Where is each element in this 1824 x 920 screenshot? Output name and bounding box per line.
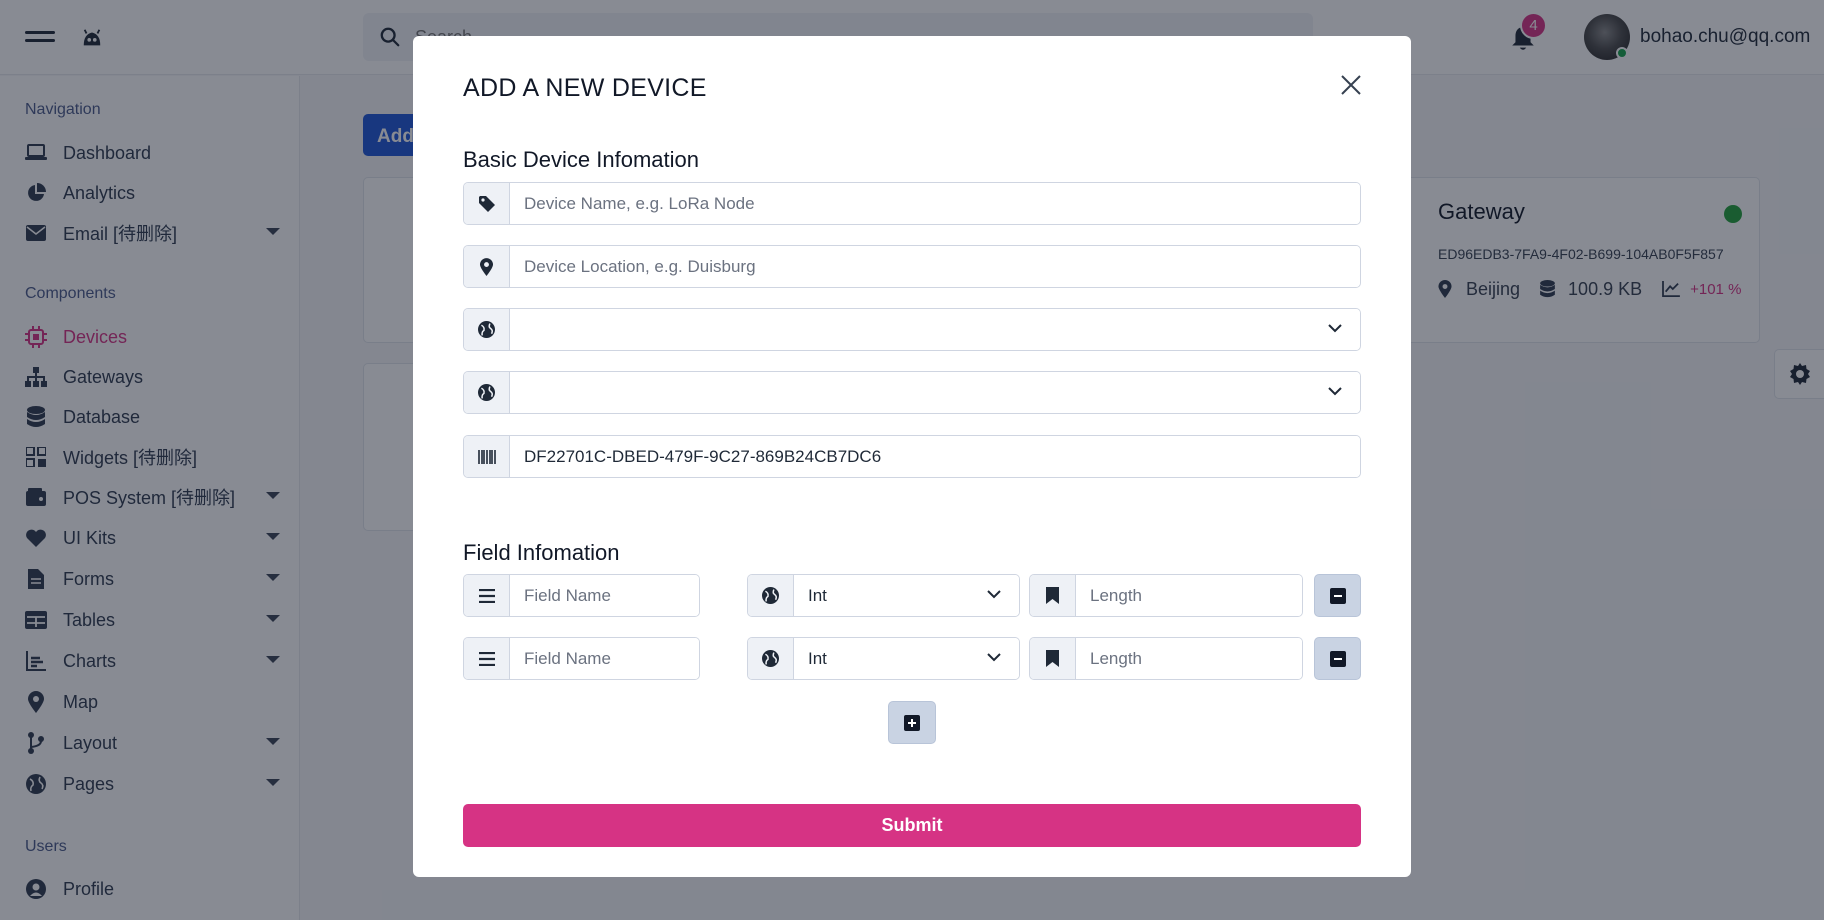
minus-square-icon xyxy=(1329,650,1346,667)
field-row: Int xyxy=(463,637,1361,680)
select-1-dropdown[interactable] xyxy=(510,309,1360,350)
select-2-dropdown[interactable] xyxy=(510,372,1360,413)
globe-icon xyxy=(748,638,794,679)
select-group-2 xyxy=(463,371,1361,414)
remove-field-button[interactable] xyxy=(1314,574,1361,617)
field-type-group: Int xyxy=(747,574,1020,617)
field-name-input[interactable] xyxy=(510,575,699,616)
field-name-group xyxy=(463,637,700,680)
field-type-value: Int xyxy=(808,649,827,668)
chevron-down-icon xyxy=(987,653,1001,662)
field-length-group xyxy=(1029,637,1303,680)
remove-field-button[interactable] xyxy=(1314,637,1361,680)
close-button[interactable] xyxy=(1338,72,1364,98)
device-location-group xyxy=(463,245,1361,288)
list-icon xyxy=(464,575,510,616)
chevron-down-icon xyxy=(1328,324,1342,333)
plus-square-icon xyxy=(904,714,920,731)
list-icon xyxy=(464,638,510,679)
device-location-input[interactable] xyxy=(510,246,1360,287)
field-name-group xyxy=(463,574,700,617)
field-row: Int xyxy=(463,574,1361,617)
chevron-down-icon xyxy=(1328,387,1342,396)
field-type-group: Int xyxy=(747,637,1020,680)
field-type-select[interactable]: Int xyxy=(794,638,1019,679)
barcode-icon xyxy=(464,436,510,477)
field-type-select[interactable]: Int xyxy=(794,575,1019,616)
device-name-group xyxy=(463,182,1361,225)
globe-icon xyxy=(464,309,510,350)
basic-info-section-title: Basic Device Infomation xyxy=(463,147,699,172)
field-info-section-title: Field Infomation xyxy=(463,540,620,565)
modal-title: ADD A NEW DEVICE xyxy=(463,74,707,102)
field-name-input[interactable] xyxy=(510,638,699,679)
globe-icon xyxy=(748,575,794,616)
device-id-input[interactable] xyxy=(510,436,1360,477)
bookmark-icon xyxy=(1030,638,1076,679)
close-icon xyxy=(1341,75,1361,95)
submit-button[interactable]: Submit xyxy=(463,804,1361,847)
bookmark-icon xyxy=(1030,575,1076,616)
device-id-group xyxy=(463,435,1361,478)
add-field-button[interactable] xyxy=(888,701,936,744)
field-length-group xyxy=(1029,574,1303,617)
minus-square-icon xyxy=(1329,587,1346,604)
map-pin-icon xyxy=(464,246,510,287)
field-length-input[interactable] xyxy=(1076,638,1302,679)
select-group-1 xyxy=(463,308,1361,351)
field-length-input[interactable] xyxy=(1076,575,1302,616)
chevron-down-icon xyxy=(987,590,1001,599)
field-type-value: Int xyxy=(808,586,827,605)
device-name-input[interactable] xyxy=(510,183,1360,224)
globe-icon xyxy=(464,372,510,413)
tag-icon xyxy=(464,183,510,224)
add-device-modal: ADD A NEW DEVICE Basic Device Infomation… xyxy=(413,36,1411,877)
